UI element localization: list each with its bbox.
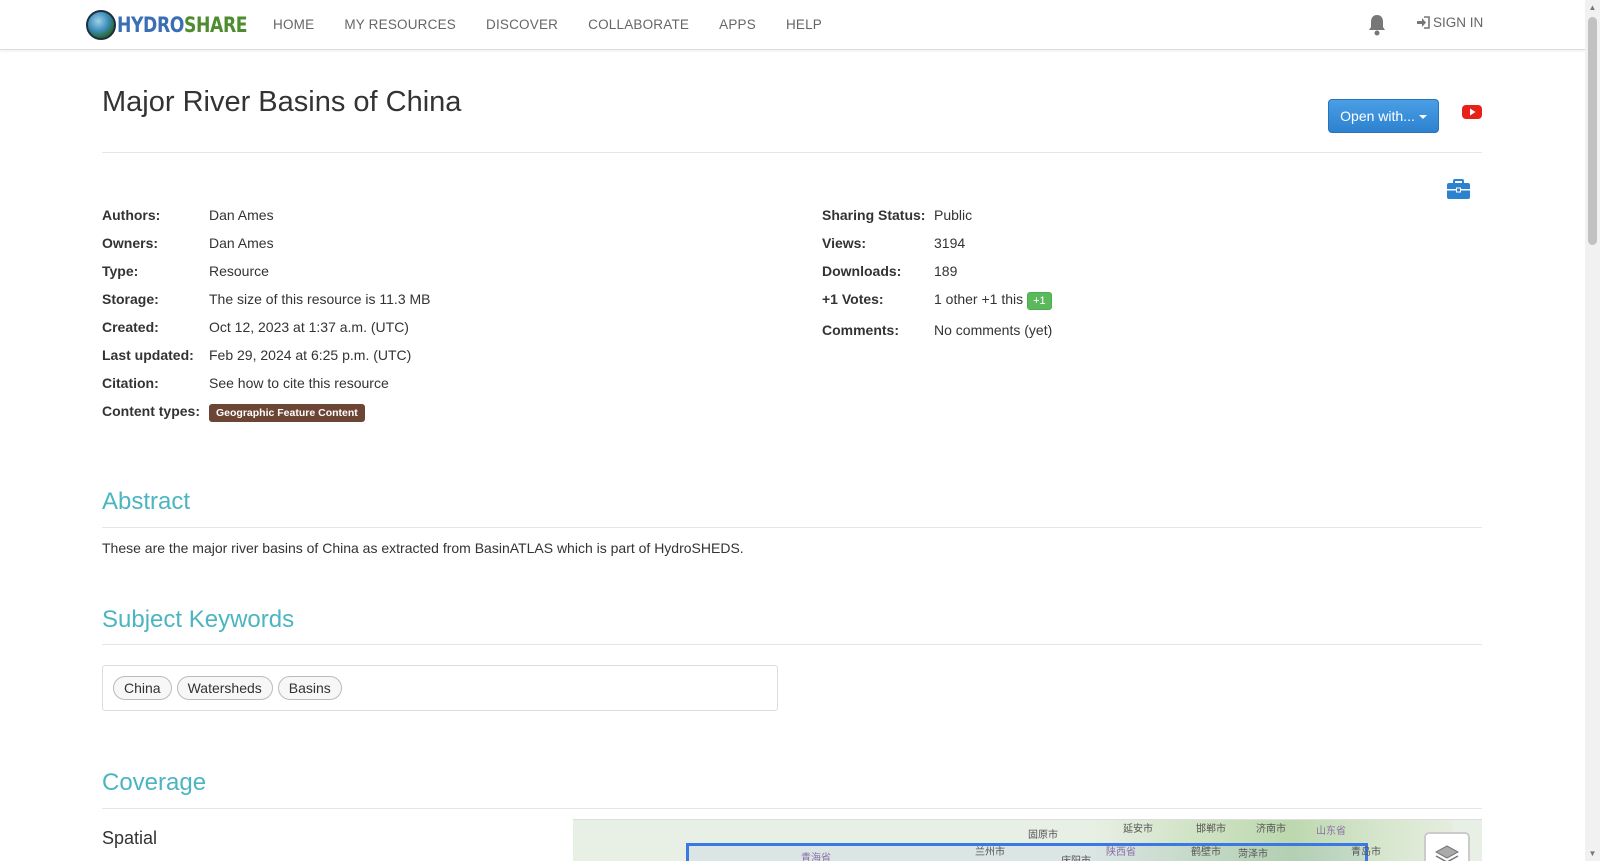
nav-discover[interactable]: DISCOVER bbox=[471, 17, 573, 32]
coverage-map[interactable]: 固原市 延安市 邯郸市 济南市 山东省 青海省 兰州市 陕西省 鹤壁市 菏泽市 … bbox=[573, 819, 1482, 861]
sign-in-label: SIGN IN bbox=[1433, 15, 1484, 30]
meta-row-type: Type: Resource bbox=[102, 263, 431, 291]
sharing-value: Public bbox=[934, 207, 973, 223]
meta-row-content-types: Content types: Geographic Feature Conten… bbox=[102, 403, 431, 431]
map-label: 济南市 bbox=[1256, 824, 1286, 835]
bell-icon[interactable] bbox=[1368, 14, 1386, 36]
abstract-text: These are the major river basins of Chin… bbox=[102, 540, 744, 556]
authors-label: Authors: bbox=[102, 207, 161, 223]
top-navbar: HYDROSHARE HOME MY RESOURCES DISCOVER CO… bbox=[0, 0, 1585, 50]
nav-links: HOME MY RESOURCES DISCOVER COLLABORATE A… bbox=[258, 0, 837, 48]
meta-row-last-updated: Last updated: Feb 29, 2024 at 6:25 p.m. … bbox=[102, 347, 431, 375]
caret-down-icon bbox=[1418, 115, 1427, 119]
meta-row-votes: +1 Votes: 1 other +1 this +1 bbox=[822, 291, 1052, 322]
meta-row-views: Views: 3194 bbox=[822, 235, 1052, 263]
content-types-label: Content types: bbox=[102, 403, 200, 419]
meta-row-storage: Storage: The size of this resource is 11… bbox=[102, 291, 431, 319]
youtube-icon[interactable] bbox=[1462, 104, 1482, 120]
owners-link[interactable]: Dan Ames bbox=[209, 235, 274, 251]
views-value: 3194 bbox=[934, 235, 966, 251]
abstract-divider bbox=[102, 527, 1482, 528]
briefcase-icon[interactable] bbox=[1447, 179, 1470, 199]
meta-row-comments: Comments: No comments (yet) bbox=[822, 322, 1052, 350]
views-label: Views: bbox=[822, 235, 867, 251]
scroll-thumb[interactable] bbox=[1588, 17, 1597, 245]
authors-link[interactable]: Dan Ames bbox=[209, 207, 274, 223]
keyword-chip[interactable]: Watersheds bbox=[176, 676, 273, 700]
nav-apps[interactable]: APPS bbox=[704, 17, 771, 32]
keyword-chip[interactable]: China bbox=[113, 676, 172, 700]
type-label: Type: bbox=[102, 263, 139, 279]
created-value: Oct 12, 2023 at 1:37 a.m. (UTC) bbox=[209, 319, 409, 335]
abstract-heading: Abstract bbox=[102, 488, 191, 515]
content-type-badge[interactable]: Geographic Feature Content bbox=[209, 404, 365, 422]
owners-label: Owners: bbox=[102, 235, 159, 251]
globe-icon bbox=[86, 10, 116, 40]
sign-in-link[interactable]: SIGN IN bbox=[1416, 15, 1483, 30]
coverage-divider bbox=[102, 808, 1482, 809]
comments-label: Comments: bbox=[822, 322, 900, 338]
map-label: 邯郸市 bbox=[1196, 824, 1226, 835]
open-with-label: Open with... bbox=[1340, 108, 1415, 124]
citation-link[interactable]: See how to cite this resource bbox=[209, 375, 389, 391]
resource-metadata-left: Authors: Dan Ames Owners: Dan Ames Type:… bbox=[102, 207, 431, 431]
citation-label: Citation: bbox=[102, 375, 159, 391]
downloads-label: Downloads: bbox=[822, 263, 902, 279]
storage-value: The size of this resource is 11.3 MB bbox=[209, 291, 431, 307]
map-label: 青岛市 bbox=[1351, 847, 1381, 858]
meta-row-downloads: Downloads: 189 bbox=[822, 263, 1052, 291]
map-label: 鹤壁市 bbox=[1191, 847, 1221, 858]
votes-label: +1 Votes: bbox=[822, 291, 884, 307]
open-with-button[interactable]: Open with... bbox=[1328, 99, 1439, 133]
meta-row-sharing: Sharing Status: Public bbox=[822, 207, 1052, 235]
sign-in-icon bbox=[1417, 16, 1430, 29]
coverage-heading: Coverage bbox=[102, 769, 207, 796]
map-layers-button[interactable] bbox=[1424, 832, 1470, 861]
votes-value: 1 other +1 this bbox=[934, 291, 1024, 307]
created-label: Created: bbox=[102, 319, 159, 335]
map-label: 庆阳市 bbox=[1061, 852, 1091, 861]
page-title: Major River Basins of China bbox=[102, 86, 462, 118]
comments-link[interactable]: No comments (yet) bbox=[934, 322, 1052, 338]
keyword-chip[interactable]: Basins bbox=[277, 676, 342, 700]
spatial-label: Spatial bbox=[102, 828, 158, 848]
storage-label: Storage: bbox=[102, 291, 159, 307]
downloads-value: 189 bbox=[934, 263, 958, 279]
nav-my-resources[interactable]: MY RESOURCES bbox=[329, 17, 471, 32]
scroll-down-arrow-icon[interactable]: ▼ bbox=[1585, 846, 1600, 861]
nav-home[interactable]: HOME bbox=[258, 17, 329, 32]
logo-text: HYDROSHARE bbox=[117, 13, 248, 37]
subject-keywords-heading: Subject Keywords bbox=[102, 606, 295, 633]
map-label: 山东省 bbox=[1316, 826, 1346, 837]
map-label: 青海省 bbox=[801, 853, 831, 861]
meta-row-citation: Citation: See how to cite this resource bbox=[102, 375, 431, 403]
last-updated-label: Last updated: bbox=[102, 347, 194, 363]
page-scrollbar[interactable]: ▲ ▼ bbox=[1585, 0, 1600, 861]
plus-one-button[interactable]: +1 bbox=[1027, 292, 1052, 310]
scroll-up-arrow-icon[interactable]: ▲ bbox=[1585, 0, 1600, 15]
map-label: 陕西省 bbox=[1106, 847, 1136, 858]
nav-help[interactable]: HELP bbox=[771, 17, 837, 32]
map-label: 菏泽市 bbox=[1238, 849, 1268, 860]
title-divider bbox=[102, 152, 1482, 153]
keywords-divider bbox=[102, 644, 1482, 645]
type-value: Resource bbox=[209, 263, 269, 279]
meta-row-authors: Authors: Dan Ames bbox=[102, 207, 431, 235]
hydroshare-logo[interactable]: HYDROSHARE bbox=[86, 8, 276, 42]
map-label: 延安市 bbox=[1123, 824, 1153, 835]
meta-row-owners: Owners: Dan Ames bbox=[102, 235, 431, 263]
map-label: 固原市 bbox=[1028, 830, 1058, 841]
map-label: 兰州市 bbox=[975, 847, 1005, 858]
resource-metadata-right: Sharing Status: Public Views: 3194 Downl… bbox=[822, 207, 1052, 350]
nav-collaborate[interactable]: COLLABORATE bbox=[573, 17, 704, 32]
meta-row-created: Created: Oct 12, 2023 at 1:37 a.m. (UTC) bbox=[102, 319, 431, 347]
sharing-label: Sharing Status: bbox=[822, 207, 926, 223]
last-updated-value: Feb 29, 2024 at 6:25 p.m. (UTC) bbox=[209, 347, 412, 363]
layers-icon bbox=[1434, 845, 1460, 861]
keywords-box: China Watersheds Basins bbox=[102, 665, 778, 711]
